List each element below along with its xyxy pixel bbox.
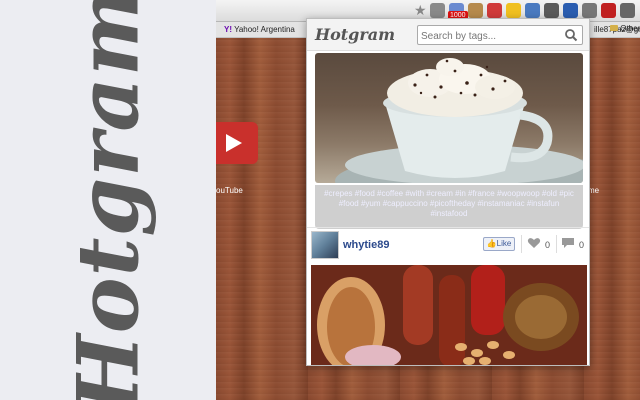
download-icon[interactable]	[525, 3, 540, 18]
heart-icon[interactable]	[527, 236, 541, 250]
popup-header: Hotgram	[307, 19, 589, 51]
bookmark-other[interactable]: Other B	[610, 24, 640, 33]
facebook-like-button[interactable]: 👍Like	[483, 237, 515, 251]
youtube-tile[interactable]	[216, 122, 258, 164]
bookmark-yahoo-label: Yahoo! Argentina	[234, 25, 295, 34]
menu-icon[interactable]	[620, 3, 635, 18]
phone-icon[interactable]	[582, 3, 597, 18]
tag-search-input[interactable]	[418, 27, 558, 46]
youtube-tile-label: ouTube	[216, 186, 243, 195]
post-image-breakfast[interactable]	[311, 265, 587, 365]
comment-icon[interactable]	[561, 237, 575, 249]
bookmark-yahoo[interactable]: Y! Yahoo! Argentina	[224, 25, 295, 34]
thumbs-up-icon: 👍	[486, 239, 497, 248]
separator	[556, 235, 557, 253]
promo-logo: Hotgram	[58, 0, 158, 400]
hotgram-popup: Hotgram Search by tags... #crepes #food …	[306, 18, 590, 366]
search-ext-icon[interactable]	[506, 3, 521, 18]
breakfast-photo	[311, 265, 587, 365]
yahoo-icon: Y!	[224, 25, 232, 34]
post-header: whytie89 👍Like 0 0	[307, 229, 589, 269]
car-icon[interactable]	[601, 3, 616, 18]
like-count: 0	[545, 240, 551, 250]
target-icon[interactable]	[487, 3, 502, 18]
post-username[interactable]: whytie89	[343, 239, 389, 251]
folder-icon	[610, 25, 618, 31]
separator	[521, 235, 522, 253]
comment-count: 0	[579, 240, 585, 250]
popup-logo: Hotgram	[315, 25, 396, 44]
like-button-label: Like	[496, 239, 512, 248]
bookmark-star-icon[interactable]: ★	[414, 2, 427, 19]
hotgram-ext-icon[interactable]	[563, 3, 578, 18]
post-caption: #crepes #food #coffee #with #cream #in #…	[315, 185, 583, 229]
post-image-cappuccino[interactable]	[315, 53, 583, 183]
bookmark-other-label: Other B	[620, 24, 640, 33]
search-icon[interactable]	[564, 28, 578, 42]
cookie-icon[interactable]	[468, 3, 483, 18]
tag-search	[417, 25, 583, 46]
promo-panel: Hotgram	[0, 0, 216, 400]
user-avatar[interactable]	[311, 231, 339, 259]
post-divider	[307, 227, 589, 228]
gmail-icon[interactable]	[430, 3, 445, 18]
cappuccino-photo	[335, 58, 583, 183]
drive-icon[interactable]	[544, 3, 559, 18]
